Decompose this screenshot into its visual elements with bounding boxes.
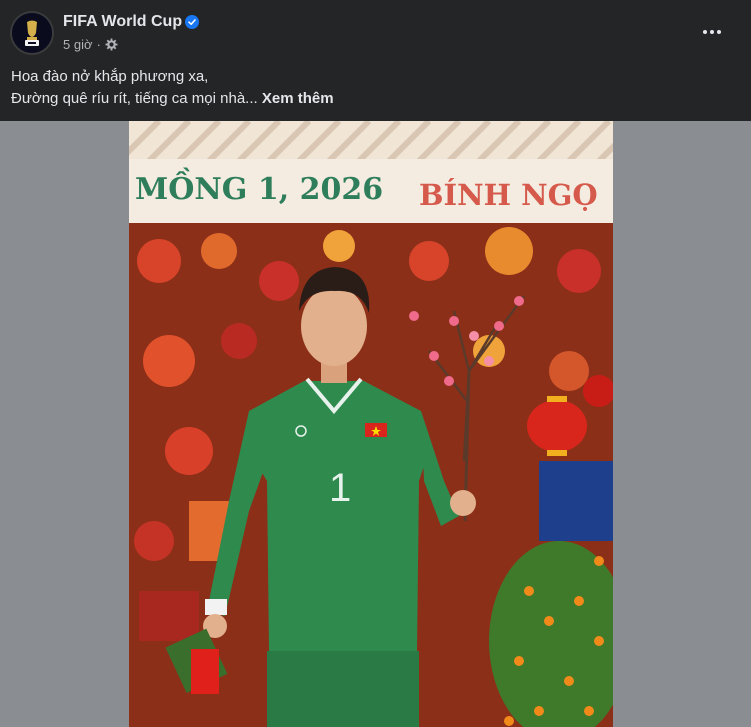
caption-line-2: Đường quê ríu rít, tiếng ca mọi nhà... X… — [11, 88, 334, 110]
post-media[interactable]: MỒNG 1, 2026 BÍNH NGỌ 1 — [0, 121, 751, 727]
more-dot — [710, 30, 714, 34]
see-more-link[interactable]: Xem thêm — [262, 90, 334, 107]
page-name[interactable]: FIFA World Cup — [63, 13, 182, 31]
post-photo[interactable]: MỒNG 1, 2026 BÍNH NGỌ 1 — [129, 121, 613, 727]
audience-gear-icon[interactable] — [105, 38, 118, 51]
post-time[interactable]: 5 giờ — [63, 37, 93, 52]
post-meta: 5 giờ · — [63, 37, 118, 52]
more-options-button[interactable] — [696, 20, 728, 44]
verified-badge-icon — [185, 15, 199, 29]
caption-line-2-text: Đường quê ríu rít, tiếng ca mọi nhà... — [11, 90, 258, 107]
banner-date-text: MỒNG 1, 2026 — [135, 167, 383, 207]
banner-year-text: BÍNH NGỌ — [419, 177, 598, 212]
caption-line-1: Hoa đào nở khắp phương xa, — [11, 68, 209, 85]
photo-illustration: MỒNG 1, 2026 BÍNH NGỌ 1 — [129, 121, 613, 727]
fifa-trophy-logo-icon — [12, 13, 52, 53]
page-avatar[interactable] — [10, 11, 54, 55]
more-dot — [717, 30, 721, 34]
post-header: FIFA World Cup 5 giờ · — [0, 0, 751, 60]
awning — [129, 121, 613, 164]
jersey-number: 1 — [329, 466, 351, 510]
post-caption: Hoa đào nở khắp phương xa, Đường quê ríu… — [11, 66, 334, 110]
more-dot — [703, 30, 707, 34]
blue-lantern-rack — [539, 461, 613, 541]
meta-separator: · — [96, 37, 101, 52]
